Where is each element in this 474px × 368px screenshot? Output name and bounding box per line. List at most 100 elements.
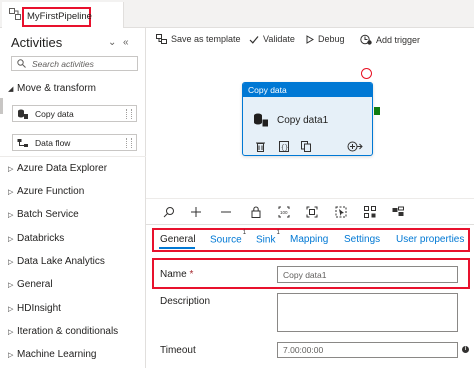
zoom-100-icon[interactable]: 100 bbox=[278, 206, 290, 218]
select-icon[interactable] bbox=[335, 206, 347, 218]
category-databricks[interactable]: ▷ Databricks bbox=[8, 233, 64, 244]
category-batch-service[interactable]: ▷ Batch Service bbox=[8, 209, 79, 220]
activity-label: Copy data bbox=[35, 109, 74, 119]
tab-badge: 1 bbox=[242, 230, 247, 236]
activity-label: Data flow bbox=[35, 138, 71, 148]
category-label: Iteration & conditionals bbox=[17, 326, 119, 337]
tab-mapping[interactable]: Mapping bbox=[290, 234, 328, 245]
activities-title: Activities bbox=[11, 35, 63, 50]
zoom-in-icon[interactable] bbox=[190, 206, 202, 218]
pipeline-icon bbox=[9, 8, 21, 20]
category-hdinsight[interactable]: ▷ HDInsight bbox=[8, 303, 61, 314]
save-as-template-label: Save as template bbox=[171, 34, 241, 44]
pipeline-canvas[interactable]: Copy data Copy data1 {} bbox=[146, 50, 474, 198]
search-activities-input[interactable] bbox=[32, 58, 132, 69]
activity-copy-data[interactable]: Copy data bbox=[12, 105, 137, 122]
category-azure-function[interactable]: ▷ Azure Function bbox=[8, 186, 84, 197]
caret-right-icon: ▷ bbox=[8, 259, 14, 266]
tab-sink[interactable]: Sink1 bbox=[256, 230, 280, 246]
activity-data-flow[interactable]: Data flow bbox=[12, 134, 137, 151]
add-output-icon[interactable] bbox=[347, 141, 363, 152]
info-icon[interactable]: i bbox=[462, 346, 469, 353]
tab-label: Sink bbox=[256, 234, 276, 246]
save-as-template-button[interactable]: Save as template bbox=[156, 34, 241, 44]
drag-handle-icon[interactable] bbox=[126, 109, 132, 119]
search-icon bbox=[17, 59, 26, 68]
svg-text:{}: {} bbox=[281, 144, 288, 151]
tab-label: Settings bbox=[344, 234, 381, 245]
delete-icon[interactable] bbox=[256, 141, 265, 152]
node-header: Copy data bbox=[243, 83, 372, 97]
hide-panel-icon[interactable]: « bbox=[123, 37, 129, 48]
tab-user-properties[interactable]: User properties bbox=[396, 234, 464, 245]
pipeline-tab[interactable]: MyFirstPipeline bbox=[2, 2, 124, 28]
category-move-transform[interactable]: ◢ Move & transform bbox=[8, 83, 96, 94]
category-label: Batch Service bbox=[17, 209, 79, 220]
category-general[interactable]: ▷ General bbox=[8, 279, 53, 290]
active-tab-underline bbox=[159, 247, 195, 249]
pipeline-tab-title: MyFirstPipeline bbox=[27, 11, 92, 22]
debug-button[interactable]: Debug bbox=[306, 34, 345, 44]
clone-icon[interactable] bbox=[301, 141, 311, 152]
node-name: Copy data1 bbox=[277, 115, 329, 126]
tab-label: General bbox=[160, 234, 196, 245]
add-trigger-button[interactable]: Add trigger bbox=[360, 34, 420, 45]
drag-handle-icon[interactable] bbox=[126, 138, 132, 148]
copy-data-icon bbox=[254, 113, 268, 127]
play-icon bbox=[306, 35, 314, 44]
code-icon[interactable]: {} bbox=[279, 141, 289, 152]
category-iteration-conditionals[interactable]: ▷ Iteration & conditionals bbox=[8, 326, 118, 337]
name-label-text: Name bbox=[160, 269, 187, 280]
search-box bbox=[11, 56, 138, 71]
category-label: Azure Function bbox=[17, 186, 85, 197]
trigger-icon bbox=[360, 34, 372, 45]
category-label: HDInsight bbox=[17, 303, 61, 314]
name-label: Name * bbox=[160, 269, 193, 280]
fit-to-screen-icon[interactable] bbox=[306, 206, 318, 218]
tab-label: Source bbox=[210, 234, 242, 246]
svg-text:100: 100 bbox=[280, 210, 288, 215]
validate-button[interactable]: Validate bbox=[249, 34, 295, 44]
category-data-lake-analytics[interactable]: ▷ Data Lake Analytics bbox=[8, 256, 105, 267]
lock-icon[interactable] bbox=[250, 206, 262, 218]
caret-down-icon: ◢ bbox=[8, 86, 14, 93]
timeout-input[interactable] bbox=[277, 342, 458, 358]
category-label: Databricks bbox=[17, 233, 65, 244]
activities-panel: Activities ⌄ « ◢Move & transform Copy da… bbox=[0, 28, 146, 368]
copy-data-activity-node[interactable]: Copy data Copy data1 {} bbox=[242, 82, 373, 156]
name-input[interactable] bbox=[277, 266, 458, 283]
pipeline-tab-bar: MyFirstPipeline bbox=[0, 0, 474, 28]
success-output-handle[interactable] bbox=[374, 107, 380, 115]
data-flow-icon bbox=[17, 139, 28, 147]
checkmark-icon bbox=[249, 36, 259, 44]
caret-right-icon: ▷ bbox=[8, 329, 14, 336]
auto-align-icon[interactable] bbox=[364, 206, 376, 218]
tab-general[interactable]: General bbox=[160, 234, 196, 245]
caret-right-icon: ▷ bbox=[8, 306, 14, 313]
category-label: General bbox=[17, 279, 53, 290]
timeout-label: Timeout bbox=[160, 345, 196, 356]
canvas-toolbar: 100 bbox=[146, 198, 474, 224]
add-trigger-label: Add trigger bbox=[376, 35, 421, 45]
description-label: Description bbox=[160, 296, 211, 307]
search-icon[interactable] bbox=[163, 206, 175, 218]
caret-right-icon: ▷ bbox=[8, 189, 14, 196]
tab-settings[interactable]: Settings bbox=[344, 234, 380, 245]
category-label: Azure Data Explorer bbox=[17, 163, 108, 174]
description-textarea[interactable] bbox=[277, 293, 458, 332]
status-circle-icon bbox=[361, 68, 372, 79]
debug-label: Debug bbox=[318, 34, 345, 44]
tab-label: Mapping bbox=[290, 234, 329, 245]
caret-right-icon: ▷ bbox=[8, 282, 14, 289]
copy-data-icon bbox=[18, 109, 28, 119]
category-machine-learning[interactable]: ▷ Machine Learning bbox=[8, 349, 97, 360]
category-azure-data-explorer[interactable]: ▷ Azure Data Explorer bbox=[8, 163, 107, 174]
zoom-out-icon[interactable] bbox=[220, 206, 232, 218]
validate-label: Validate bbox=[263, 34, 295, 44]
layout-icon[interactable] bbox=[392, 206, 404, 218]
caret-right-icon: ▷ bbox=[8, 352, 14, 359]
category-label: Data Lake Analytics bbox=[17, 256, 105, 267]
collapse-all-icon[interactable]: ⌄ bbox=[108, 37, 116, 48]
tab-badge: 1 bbox=[276, 230, 280, 236]
tab-source[interactable]: Source1 bbox=[210, 230, 246, 246]
